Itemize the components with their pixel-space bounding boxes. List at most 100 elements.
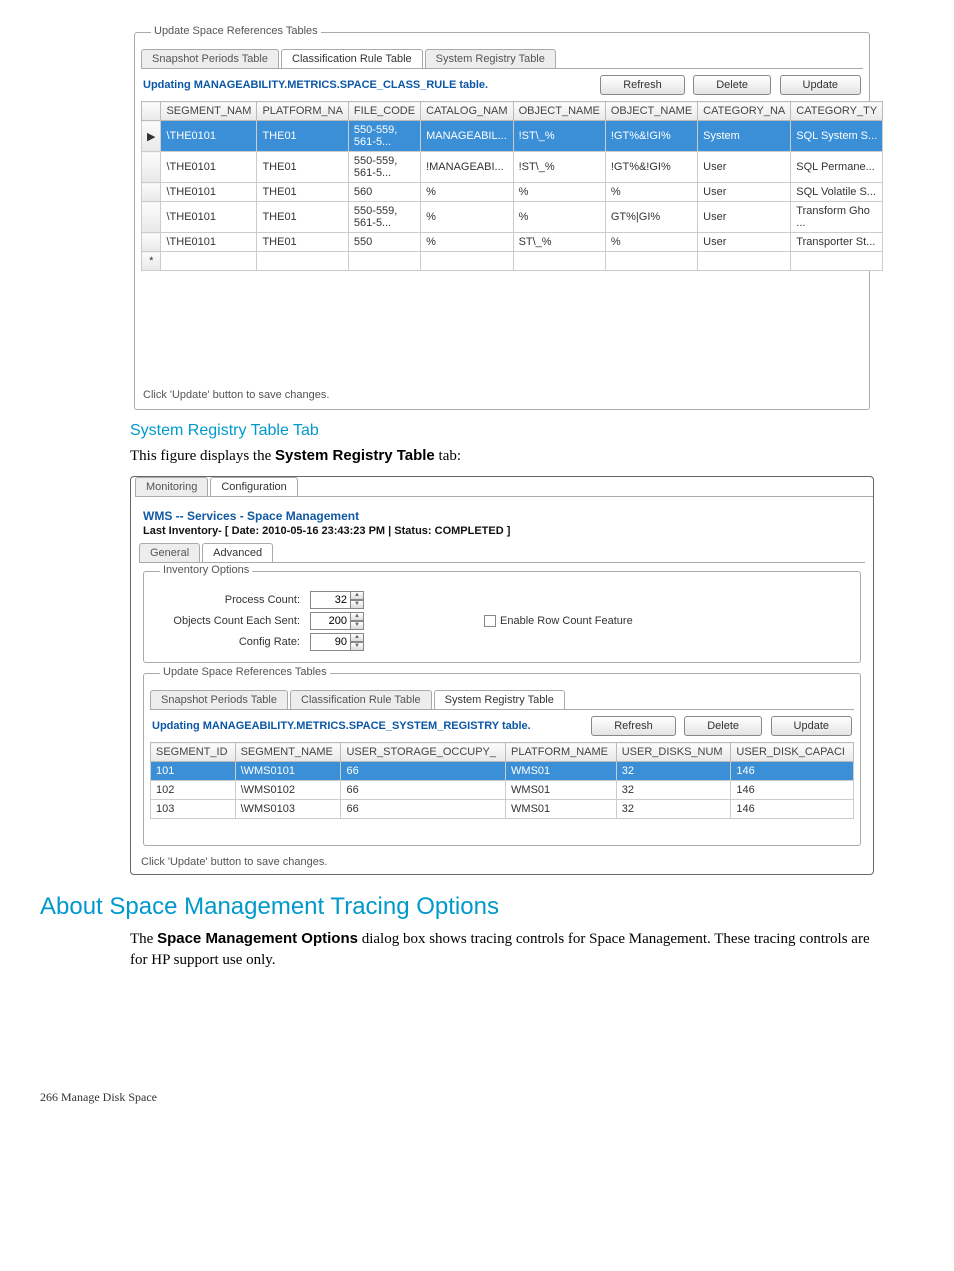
- cell[interactable]: ST\_%: [513, 233, 605, 252]
- cell[interactable]: SQL System S...: [791, 121, 883, 152]
- table-row[interactable]: \THE0101THE01550-559, 561-5...!MANAGEABI…: [142, 152, 883, 183]
- cell[interactable]: \THE0101: [161, 183, 257, 202]
- delete-button-2[interactable]: Delete: [684, 716, 762, 736]
- table-row[interactable]: \THE0101THE01560%%%UserSQL Volatile S...: [142, 183, 883, 202]
- spinner-down-icon[interactable]: ▼: [350, 621, 364, 630]
- cell[interactable]: \THE0101: [161, 152, 257, 183]
- cell[interactable]: System: [698, 121, 791, 152]
- table-row[interactable]: 101\WMS010166WMS0132146: [151, 762, 854, 781]
- col-user-disk-capaci[interactable]: USER_DISK_CAPACI: [731, 743, 854, 762]
- cell[interactable]: SQL Volatile S...: [791, 183, 883, 202]
- cell[interactable]: \WMS0102: [235, 781, 341, 800]
- tab-system-registry[interactable]: System Registry Table: [425, 49, 556, 68]
- process-count-input[interactable]: [310, 591, 350, 609]
- cell[interactable]: Transporter St...: [791, 233, 883, 252]
- cell[interactable]: %: [513, 202, 605, 233]
- cell[interactable]: !ST\_%: [513, 152, 605, 183]
- update-button[interactable]: Update: [780, 75, 861, 95]
- cell[interactable]: 550-559, 561-5...: [348, 202, 420, 233]
- cell[interactable]: 66: [341, 781, 506, 800]
- cell[interactable]: %: [421, 233, 514, 252]
- enable-row-count-checkbox[interactable]: Enable Row Count Feature: [484, 615, 633, 627]
- cell[interactable]: \THE0101: [161, 121, 257, 152]
- col-platform-name[interactable]: PLATFORM_NA: [257, 102, 348, 121]
- cell[interactable]: 560: [348, 183, 420, 202]
- cell[interactable]: WMS01: [506, 762, 617, 781]
- process-count-spinner[interactable]: ▲▼: [310, 591, 364, 609]
- cell[interactable]: %: [421, 183, 514, 202]
- spinner-up-icon[interactable]: ▲: [350, 591, 364, 600]
- cell[interactable]: [698, 252, 791, 271]
- spinner-down-icon[interactable]: ▼: [350, 600, 364, 609]
- spinner-up-icon[interactable]: ▲: [350, 633, 364, 642]
- col-platform-name[interactable]: PLATFORM_NAME: [506, 743, 617, 762]
- tab-configuration[interactable]: Configuration: [210, 477, 297, 496]
- cell[interactable]: THE01: [257, 152, 348, 183]
- cell[interactable]: WMS01: [506, 800, 617, 819]
- checkbox-box-icon[interactable]: [484, 615, 496, 627]
- refresh-button-2[interactable]: Refresh: [591, 716, 676, 736]
- table-row[interactable]: 102\WMS010266WMS0132146: [151, 781, 854, 800]
- cell[interactable]: \THE0101: [161, 202, 257, 233]
- cell[interactable]: [513, 252, 605, 271]
- cell[interactable]: [791, 252, 883, 271]
- cell[interactable]: User: [698, 233, 791, 252]
- cell[interactable]: %: [513, 183, 605, 202]
- tab-classification-rule-2[interactable]: Classification Rule Table: [290, 690, 432, 709]
- spinner-down-icon[interactable]: ▼: [350, 642, 364, 651]
- cell[interactable]: !GT%&!GI%: [605, 121, 697, 152]
- tab-general[interactable]: General: [139, 543, 200, 562]
- table-row[interactable]: ▶\THE0101THE01550-559, 561-5...MANAGEABI…: [142, 121, 883, 152]
- cell[interactable]: 102: [151, 781, 236, 800]
- delete-button[interactable]: Delete: [693, 75, 771, 95]
- cell[interactable]: User: [698, 183, 791, 202]
- cell[interactable]: 146: [731, 781, 854, 800]
- cell[interactable]: [605, 252, 697, 271]
- cell[interactable]: SQL Permane...: [791, 152, 883, 183]
- tab-snapshot-periods-2[interactable]: Snapshot Periods Table: [150, 690, 288, 709]
- cell[interactable]: %: [605, 183, 697, 202]
- config-rate-input[interactable]: [310, 633, 350, 651]
- cell[interactable]: User: [698, 202, 791, 233]
- update-button-2[interactable]: Update: [771, 716, 852, 736]
- cell[interactable]: %: [605, 233, 697, 252]
- col-segment-id[interactable]: SEGMENT_ID: [151, 743, 236, 762]
- cell[interactable]: THE01: [257, 121, 348, 152]
- cell[interactable]: [421, 252, 514, 271]
- cell[interactable]: 66: [341, 800, 506, 819]
- cell[interactable]: \THE0101: [161, 233, 257, 252]
- tab-monitoring[interactable]: Monitoring: [135, 477, 208, 496]
- table-row[interactable]: \THE0101THE01550-559, 561-5...%%GT%|GI%U…: [142, 202, 883, 233]
- cell[interactable]: !GT%&!GI%: [605, 152, 697, 183]
- objects-sent-input[interactable]: [310, 612, 350, 630]
- objects-sent-spinner[interactable]: ▲▼: [310, 612, 364, 630]
- cell[interactable]: \WMS0103: [235, 800, 341, 819]
- cell[interactable]: [161, 252, 257, 271]
- cell[interactable]: 32: [616, 762, 731, 781]
- cell[interactable]: 550-559, 561-5...: [348, 121, 420, 152]
- col-segment-name[interactable]: SEGMENT_NAME: [235, 743, 341, 762]
- table-row-new[interactable]: *: [142, 252, 883, 271]
- cell[interactable]: GT%|GI%: [605, 202, 697, 233]
- refresh-button[interactable]: Refresh: [600, 75, 685, 95]
- cell[interactable]: [257, 252, 348, 271]
- tab-advanced[interactable]: Advanced: [202, 543, 273, 562]
- cell[interactable]: Transform Gho ...: [791, 202, 883, 233]
- col-category-name[interactable]: CATEGORY_NA: [698, 102, 791, 121]
- cell[interactable]: User: [698, 152, 791, 183]
- cell[interactable]: THE01: [257, 183, 348, 202]
- cell[interactable]: MANAGEABIL...: [421, 121, 514, 152]
- cell[interactable]: [348, 252, 420, 271]
- cell[interactable]: 550: [348, 233, 420, 252]
- col-category-type[interactable]: CATEGORY_TY: [791, 102, 883, 121]
- cell[interactable]: 32: [616, 781, 731, 800]
- cell[interactable]: %: [421, 202, 514, 233]
- config-rate-spinner[interactable]: ▲▼: [310, 633, 364, 651]
- cell[interactable]: 32: [616, 800, 731, 819]
- cell[interactable]: THE01: [257, 202, 348, 233]
- table-row[interactable]: 103\WMS010366WMS0132146: [151, 800, 854, 819]
- col-user-disks-num[interactable]: USER_DISKS_NUM: [616, 743, 731, 762]
- tab-classification-rule[interactable]: Classification Rule Table: [281, 49, 423, 68]
- cell[interactable]: 146: [731, 762, 854, 781]
- col-user-storage-occupy[interactable]: USER_STORAGE_OCCUPY_: [341, 743, 506, 762]
